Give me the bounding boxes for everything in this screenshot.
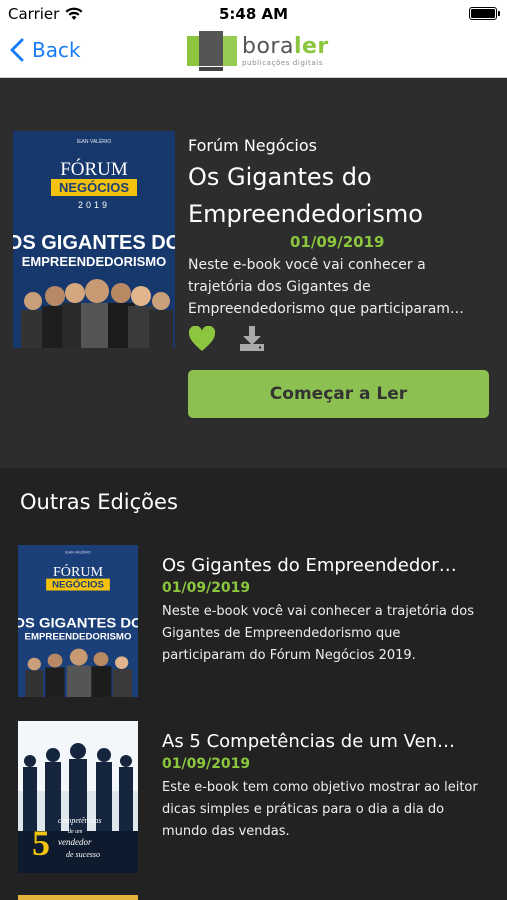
svg-text:IEAN VALÉRIO: IEAN VALÉRIO [65, 550, 91, 555]
status-bar: Carrier 5:48 AM [0, 0, 507, 28]
item-cover: IEAN VALÉRIO FÓRUM NEGÓCIOS OS GIGANTES … [18, 545, 138, 697]
item-date: 01/09/2019 [162, 580, 251, 596]
logo-subtitle: publicações digitais [242, 59, 324, 67]
download-icon[interactable] [238, 324, 266, 352]
svg-text:5: 5 [32, 823, 50, 863]
svg-text:competências: competências [58, 816, 102, 825]
battery-icon [469, 7, 500, 20]
svg-text:NEGÓCIOS: NEGÓCIOS [52, 579, 104, 590]
featured-ebook: IEAN VALÉRIO FÓRUM NEGÓCIOS 2019 OS GIGA… [0, 79, 507, 468]
featured-cover: IEAN VALÉRIO FÓRUM NEGÓCIOS 2019 OS GIGA… [13, 131, 175, 348]
item-date: 01/09/2019 [162, 756, 251, 772]
svg-text:de um: de um [68, 829, 83, 835]
back-button[interactable]: Back [10, 38, 81, 62]
svg-text:OS GIGANTES DO: OS GIGANTES DO [13, 232, 175, 254]
ebook-description: Neste e-book você vai conhecer a trajetó… [188, 257, 464, 317]
logo-brand: boraler [242, 34, 329, 59]
svg-text:vendedor: vendedor [58, 837, 92, 847]
next-item-cover-peek[interactable] [18, 895, 138, 900]
forum-negocios-cover-image: IEAN VALÉRIO FÓRUM NEGÓCIOS OS GIGANTES … [18, 545, 138, 697]
forum-negocios-cover-image: IEAN VALÉRIO FÓRUM NEGÓCIOS 2019 OS GIGA… [13, 131, 175, 348]
item-description: Neste e-book você vai conhecer a trajetó… [162, 604, 474, 663]
clock: 5:48 AM [218, 5, 289, 23]
boraler-logo-icon [187, 31, 237, 71]
svg-text:IEAN VALÉRIO: IEAN VALÉRIO [77, 138, 111, 145]
ebook-title: Os Gigantes do Empreendedorismo [188, 163, 423, 228]
vendedor-cover-image: 5 competências de um vendedor de sucesso [18, 721, 138, 873]
publisher-name: Forúm Negócios [188, 136, 317, 155]
app-logo: boraler publicações digitais [186, 30, 329, 72]
favorite-heart-icon[interactable] [188, 326, 216, 352]
back-label: Back [32, 38, 81, 62]
item-title: Os Gigantes do Empreendedor… [162, 555, 457, 576]
svg-text:FÓRUM: FÓRUM [53, 563, 103, 579]
item-title: As 5 Competências de um Ven… [162, 731, 456, 752]
svg-text:2019: 2019 [78, 200, 110, 210]
start-reading-button[interactable]: Começar a Ler [188, 370, 489, 418]
list-item[interactable]: 5 competências de um vendedor de sucesso… [0, 721, 507, 881]
section-title: Outras Edições [20, 490, 178, 514]
item-description: Este e-book tem como objetivo mostrar ao… [162, 780, 478, 839]
item-cover: 5 competências de um vendedor de sucesso [18, 721, 138, 873]
svg-text:NEGÓCIOS: NEGÓCIOS [59, 180, 129, 195]
list-item[interactable]: IEAN VALÉRIO FÓRUM NEGÓCIOS OS GIGANTES … [0, 545, 507, 705]
svg-text:EMPREENDEDORISMO: EMPREENDEDORISMO [22, 254, 166, 269]
svg-text:de sucesso: de sucesso [66, 850, 100, 859]
ebook-date: 01/09/2019 [290, 233, 385, 251]
chevron-left-icon [10, 38, 24, 62]
navigation-bar: Back boraler publicações digitais [0, 28, 507, 78]
other-editions-section: Outras Edições IEAN VALÉRIO FÓRUM NEGÓCI… [0, 468, 507, 900]
svg-text:FÓRUM: FÓRUM [60, 158, 128, 180]
svg-text:EMPREENDEDORISMO: EMPREENDEDORISMO [25, 632, 132, 642]
svg-text:OS GIGANTES DO: OS GIGANTES DO [18, 616, 138, 632]
